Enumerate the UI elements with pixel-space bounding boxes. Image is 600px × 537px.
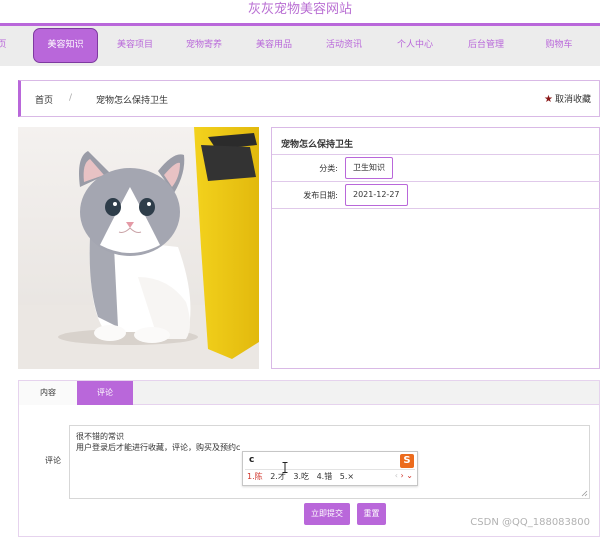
sogou-logo-icon: S bbox=[400, 454, 414, 468]
breadcrumb-separator: / bbox=[69, 93, 73, 103]
breadcrumb: 首页 / 宠物怎么保持卫生 ★ 取消收藏 bbox=[18, 80, 600, 117]
ime-candidate[interactable]: 3.吃 bbox=[293, 471, 309, 482]
nav-item-home[interactable]: 页 bbox=[0, 26, 8, 66]
date-value: 2021-12-27 bbox=[345, 184, 408, 206]
tabs-bar: 内容 评论 bbox=[19, 381, 599, 405]
site-title: 灰灰宠物美容网站 bbox=[247, 2, 352, 17]
nav-item-beauty-projects[interactable]: 美容项目 bbox=[104, 26, 166, 66]
unfavorite-button[interactable]: ★ 取消收藏 bbox=[544, 92, 591, 105]
unfavorite-label: 取消收藏 bbox=[554, 95, 591, 105]
info-divider bbox=[272, 208, 600, 209]
nav-item-pet-boarding[interactable]: 宠物寄养 bbox=[173, 26, 235, 66]
ime-candidate-popup: c S 1.陈 2.才 3.吃 4.错 5.× ‹ › ⌄ bbox=[242, 451, 418, 486]
category-value: 卫生知识 bbox=[345, 157, 393, 179]
ime-candidates: 1.陈 2.才 3.吃 4.错 5.× bbox=[247, 471, 359, 485]
star-icon: ★ bbox=[544, 94, 553, 105]
ime-expand-icon[interactable]: ⌄ bbox=[406, 471, 413, 480]
nav-item-admin[interactable]: 后台管理 bbox=[455, 26, 517, 66]
nav-item-user-center[interactable]: 个人中心 bbox=[384, 26, 446, 66]
tab-comments[interactable]: 评论 bbox=[77, 381, 133, 405]
breadcrumb-current: 宠物怎么保持卫生 bbox=[96, 96, 169, 106]
reset-button[interactable]: 重置 bbox=[357, 503, 386, 525]
ime-candidate[interactable]: 5.× bbox=[340, 472, 354, 481]
article-info-panel: 宠物怎么保持卫生 分类: 卫生知识 发布日期: 2021-12-27 bbox=[271, 127, 600, 369]
ime-candidate[interactable]: 4.错 bbox=[317, 471, 333, 482]
submit-button[interactable]: 立即提交 bbox=[304, 503, 350, 525]
comment-label: 评论 bbox=[45, 456, 61, 465]
breadcrumb-home-link[interactable]: 首页 bbox=[35, 93, 53, 106]
resize-grip-icon[interactable] bbox=[581, 490, 588, 497]
ime-prev-icon[interactable]: ‹ bbox=[395, 471, 398, 480]
info-divider bbox=[272, 181, 600, 182]
date-label: 发布日期: bbox=[303, 191, 338, 200]
ime-separator bbox=[245, 469, 415, 470]
ime-candidate[interactable]: 1.陈 bbox=[247, 471, 263, 482]
article-title: 宠物怎么保持卫生 bbox=[281, 140, 354, 150]
category-label: 分类: bbox=[319, 164, 338, 173]
comment-text-line: 很不错的常识 bbox=[76, 432, 124, 441]
nav-item-beauty-knowledge[interactable]: 美容知识 bbox=[33, 28, 98, 63]
tab-content[interactable]: 内容 bbox=[19, 381, 77, 405]
nav-item-activity-news[interactable]: 活动资讯 bbox=[313, 26, 375, 66]
main-navbar: 页 美容知识 美容项目 宠物寄养 美容用品 活动资讯 个人中心 后台管理 购物车 bbox=[0, 26, 600, 66]
nav-item-cart[interactable]: 购物车 bbox=[528, 26, 590, 66]
info-divider bbox=[272, 154, 600, 155]
ime-next-icon[interactable]: › bbox=[401, 471, 404, 480]
watermark: CSDN @QQ_188083800 bbox=[470, 517, 590, 528]
ime-nav: ‹ › ⌄ bbox=[395, 471, 413, 480]
nav-item-beauty-supplies[interactable]: 美容用品 bbox=[243, 26, 305, 66]
text-cursor-icon bbox=[282, 462, 288, 473]
article-image bbox=[18, 127, 259, 369]
ime-input-text: c bbox=[249, 455, 255, 465]
